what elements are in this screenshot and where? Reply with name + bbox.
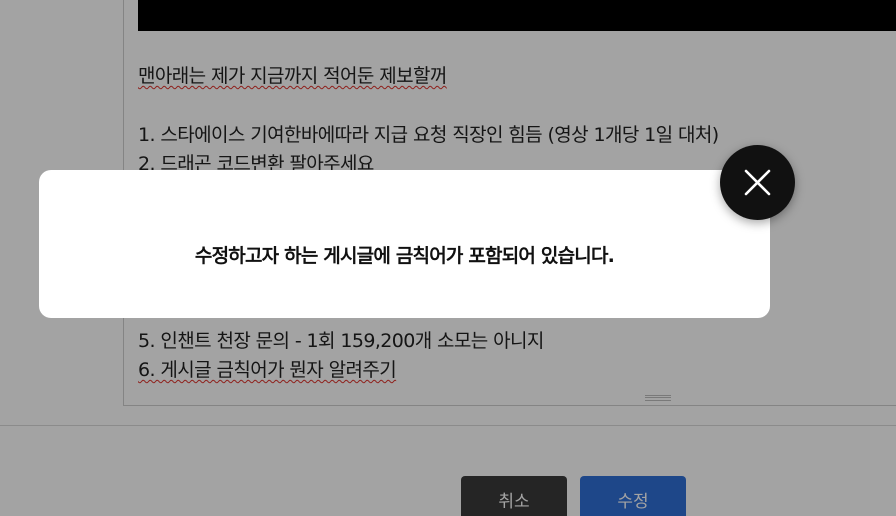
close-icon — [744, 169, 771, 196]
post-edit-page: 맨아래는 제가 지금까지 적어둔 제보할꺼 1. 스타에이스 기여한바에따라 지… — [0, 0, 896, 516]
alert-dialog: 수정하고자 하는 게시글에 금칙어가 포함되어 있습니다. — [39, 170, 770, 318]
alert-message: 수정하고자 하는 게시글에 금칙어가 포함되어 있습니다. — [194, 245, 615, 267]
close-dialog-button[interactable] — [720, 145, 795, 220]
